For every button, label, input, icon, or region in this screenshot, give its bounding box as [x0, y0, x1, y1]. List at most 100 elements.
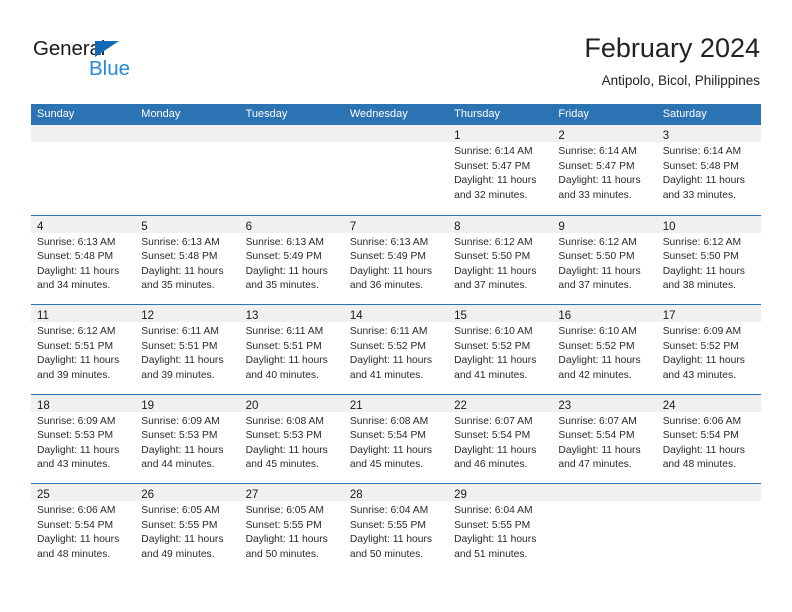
sunset-text: Sunset: 5:54 PM [662, 430, 739, 442]
sunrise-text: Sunrise: 6:07 AM [558, 415, 637, 427]
day-cell-9[interactable]: 9 Sunrise: 6:12 AM Sunset: 5:50 PM Daylight… [552, 215, 657, 304]
day-details: Sunrise: 6:09 AM Sunset: 5:52 PM Daylight:… [657, 322, 761, 383]
daylight-text-line1: Daylight: 11 hours [141, 444, 224, 456]
day-number: 20 [245, 399, 259, 412]
day-cell-2[interactable]: 2 Sunrise: 6:14 AM Sunset: 5:47 PM Daylight… [552, 125, 657, 215]
sunrise-text: Sunrise: 6:11 AM [349, 326, 428, 337]
daylight-text-line1: Daylight: 11 hours [141, 265, 224, 277]
sunrise-text: Sunrise: 6:06 AM [37, 505, 116, 516]
sunset-text: Sunset: 5:49 PM [349, 251, 426, 263]
day-number-strip [343, 125, 449, 142]
day-details: Sunrise: 6:13 AM Sunset: 5:48 PM Daylight:… [31, 233, 135, 294]
day-details [31, 142, 135, 145]
day-details: Sunrise: 6:09 AM Sunset: 5:53 PM Daylight:… [31, 412, 135, 473]
daylight-text-line2: and 44 minutes. [141, 459, 215, 471]
day-cell-17[interactable]: 17 Sunrise: 6:09 AM Sunset: 5:52 PM Dayligh… [656, 305, 761, 394]
sunset-text: Sunset: 5:52 PM [454, 340, 531, 352]
day-number-strip: 23 [552, 394, 657, 412]
weekday-header-monday: Monday [141, 108, 181, 120]
daylight-text-line2: and 47 minutes. [558, 459, 632, 471]
daylight-text-line1: Daylight: 11 hours [37, 444, 120, 456]
day-number: 19 [141, 399, 155, 412]
daylight-text-line2: and 48 minutes. [37, 548, 111, 560]
day-cell-26[interactable]: 26 Sunrise: 6:05 AM Sunset: 5:55 PM Dayligh… [135, 484, 240, 573]
daylight-text-line1: Daylight: 11 hours [558, 444, 641, 456]
day-cell-15[interactable]: 15 Sunrise: 6:10 AM Sunset: 5:52 PM Dayligh… [448, 305, 553, 394]
day-number-strip: 16 [552, 305, 657, 322]
sunrise-text: Sunrise: 6:12 AM [662, 236, 742, 248]
day-details: Sunrise: 6:13 AM Sunset: 5:49 PM Daylight:… [240, 233, 344, 294]
day-details: Sunrise: 6:05 AM Sunset: 5:55 PM Daylight:… [240, 501, 344, 562]
week-row: 1 Sunrise: 6:14 AM Sunset: 5:47 PM Daylight… [31, 125, 761, 215]
sunrise-text: Sunrise: 6:13 AM [141, 236, 220, 248]
day-cell-29[interactable]: 29 Sunrise: 6:04 AM Sunset: 5:55 PM Dayligh… [448, 484, 553, 573]
day-details: Sunrise: 6:12 AM Sunset: 5:50 PM Daylight:… [552, 233, 656, 294]
sunrise-text: Sunrise: 6:06 AM [662, 415, 742, 427]
sunset-text: Sunset: 5:54 PM [349, 430, 426, 442]
sunrise-text: Sunrise: 6:09 AM [662, 326, 742, 337]
day-cell-4[interactable]: 4 Sunrise: 6:13 AM Sunset: 5:48 PM Daylight… [31, 215, 136, 304]
day-cell-5[interactable]: 5 Sunrise: 6:13 AM Sunset: 5:48 PM Daylight… [135, 215, 240, 304]
day-number: 4 [37, 220, 44, 233]
day-cell-8[interactable]: 8 Sunrise: 6:12 AM Sunset: 5:50 PM Daylight… [448, 215, 553, 304]
day-details [240, 142, 344, 145]
day-cell-3[interactable]: 3 Sunrise: 6:14 AM Sunset: 5:48 PM Daylight… [656, 125, 761, 215]
day-number: 17 [662, 310, 676, 322]
day-details [552, 501, 656, 504]
day-cell-10[interactable]: 10 Sunrise: 6:12 AM Sunset: 5:50 PM Dayligh… [656, 215, 761, 304]
day-number: 28 [349, 489, 363, 501]
day-cell-28[interactable]: 28 Sunrise: 6:04 AM Sunset: 5:55 PM Dayligh… [343, 484, 449, 573]
day-cell-1[interactable]: 1 Sunrise: 6:14 AM Sunset: 5:47 PM Daylight… [448, 125, 553, 215]
day-cell-24[interactable]: 24 Sunrise: 6:06 AM Sunset: 5:54 PM Dayligh… [656, 394, 761, 483]
day-cell-27[interactable]: 27 Sunrise: 6:05 AM Sunset: 5:55 PM Dayligh… [239, 484, 344, 573]
day-cell-19[interactable]: 19 Sunrise: 6:09 AM Sunset: 5:53 PM Dayligh… [135, 394, 240, 483]
day-number: 3 [662, 130, 670, 142]
daylight-text-line2: and 37 minutes. [454, 280, 528, 292]
sunset-text: Sunset: 5:51 PM [37, 340, 114, 352]
sunrise-text: Sunrise: 6:05 AM [245, 505, 324, 516]
day-cell-16[interactable]: 16 Sunrise: 6:10 AM Sunset: 5:52 PM Dayligh… [552, 305, 657, 394]
daylight-text-line1: Daylight: 11 hours [454, 265, 537, 277]
sunset-text: Sunset: 5:51 PM [141, 340, 218, 352]
day-cell-22[interactable]: 22 Sunrise: 6:07 AM Sunset: 5:54 PM Dayligh… [448, 394, 553, 483]
day-number: 25 [37, 489, 50, 501]
day-cell-6[interactable]: 6 Sunrise: 6:13 AM Sunset: 5:49 PM Daylight… [239, 215, 344, 304]
sunrise-text: Sunrise: 6:11 AM [141, 326, 219, 337]
sunrise-text: Sunrise: 6:14 AM [558, 146, 637, 157]
title-block: February 2024 Antipolo, Bicol, Philippin… [584, 32, 760, 91]
daylight-text-line1: Daylight: 11 hours [349, 444, 433, 456]
day-cell-21[interactable]: 21 Sunrise: 6:08 AM Sunset: 5:54 PM Dayligh… [343, 394, 449, 483]
daylight-text-line2: and 46 minutes. [454, 459, 528, 471]
day-cell-empty [656, 484, 761, 573]
day-cell-25[interactable]: 25 Sunrise: 6:06 AM Sunset: 5:54 PM Dayligh… [31, 484, 136, 573]
day-details: Sunrise: 6:04 AM Sunset: 5:55 PM Daylight:… [448, 501, 552, 562]
day-cell-empty [552, 484, 657, 573]
daylight-text-line1: Daylight: 11 hours [245, 444, 328, 456]
day-cell-20[interactable]: 20 Sunrise: 6:08 AM Sunset: 5:53 PM Dayligh… [239, 394, 344, 483]
daylight-text-line2: and 33 minutes. [558, 189, 632, 201]
day-number-strip: 3 [656, 125, 761, 142]
day-cell-23[interactable]: 23 Sunrise: 6:07 AM Sunset: 5:54 PM Dayligh… [552, 394, 657, 483]
day-number-strip: 12 [135, 305, 240, 322]
daylight-text-line2: and 43 minutes. [662, 369, 736, 381]
daylight-text-line1: Daylight: 11 hours [662, 355, 745, 367]
day-cell-14[interactable]: 14 Sunrise: 6:11 AM Sunset: 5:52 PM Dayligh… [343, 305, 449, 394]
daylight-text-line2: and 39 minutes. [141, 369, 215, 381]
day-details: Sunrise: 6:12 AM Sunset: 5:51 PM Daylight:… [31, 322, 135, 383]
day-details: Sunrise: 6:04 AM Sunset: 5:55 PM Daylight:… [344, 501, 448, 562]
sunrise-text: Sunrise: 6:14 AM [454, 146, 533, 157]
day-cell-13[interactable]: 13 Sunrise: 6:11 AM Sunset: 5:51 PM Dayligh… [239, 305, 344, 394]
day-number: 13 [245, 310, 259, 322]
weekday-header-sunday: Sunday [37, 108, 75, 120]
day-cell-18[interactable]: 18 Sunrise: 6:09 AM Sunset: 5:53 PM Dayligh… [31, 394, 136, 483]
day-number-strip: 17 [656, 305, 761, 322]
day-number-strip: 10 [656, 215, 761, 233]
day-cell-11[interactable]: 11 Sunrise: 6:12 AM Sunset: 5:51 PM Dayligh… [31, 305, 136, 394]
day-cell-12[interactable]: 12 Sunrise: 6:11 AM Sunset: 5:51 PM Dayligh… [135, 305, 240, 394]
brand-logo[interactable]: General Blue [33, 38, 153, 84]
day-number-strip: 9 [552, 215, 657, 233]
day-number: 2 [558, 130, 565, 142]
day-cell-7[interactable]: 7 Sunrise: 6:13 AM Sunset: 5:49 PM Daylight… [343, 215, 449, 304]
sunrise-text: Sunrise: 6:12 AM [37, 326, 116, 337]
sunset-text: Sunset: 5:50 PM [558, 251, 635, 263]
